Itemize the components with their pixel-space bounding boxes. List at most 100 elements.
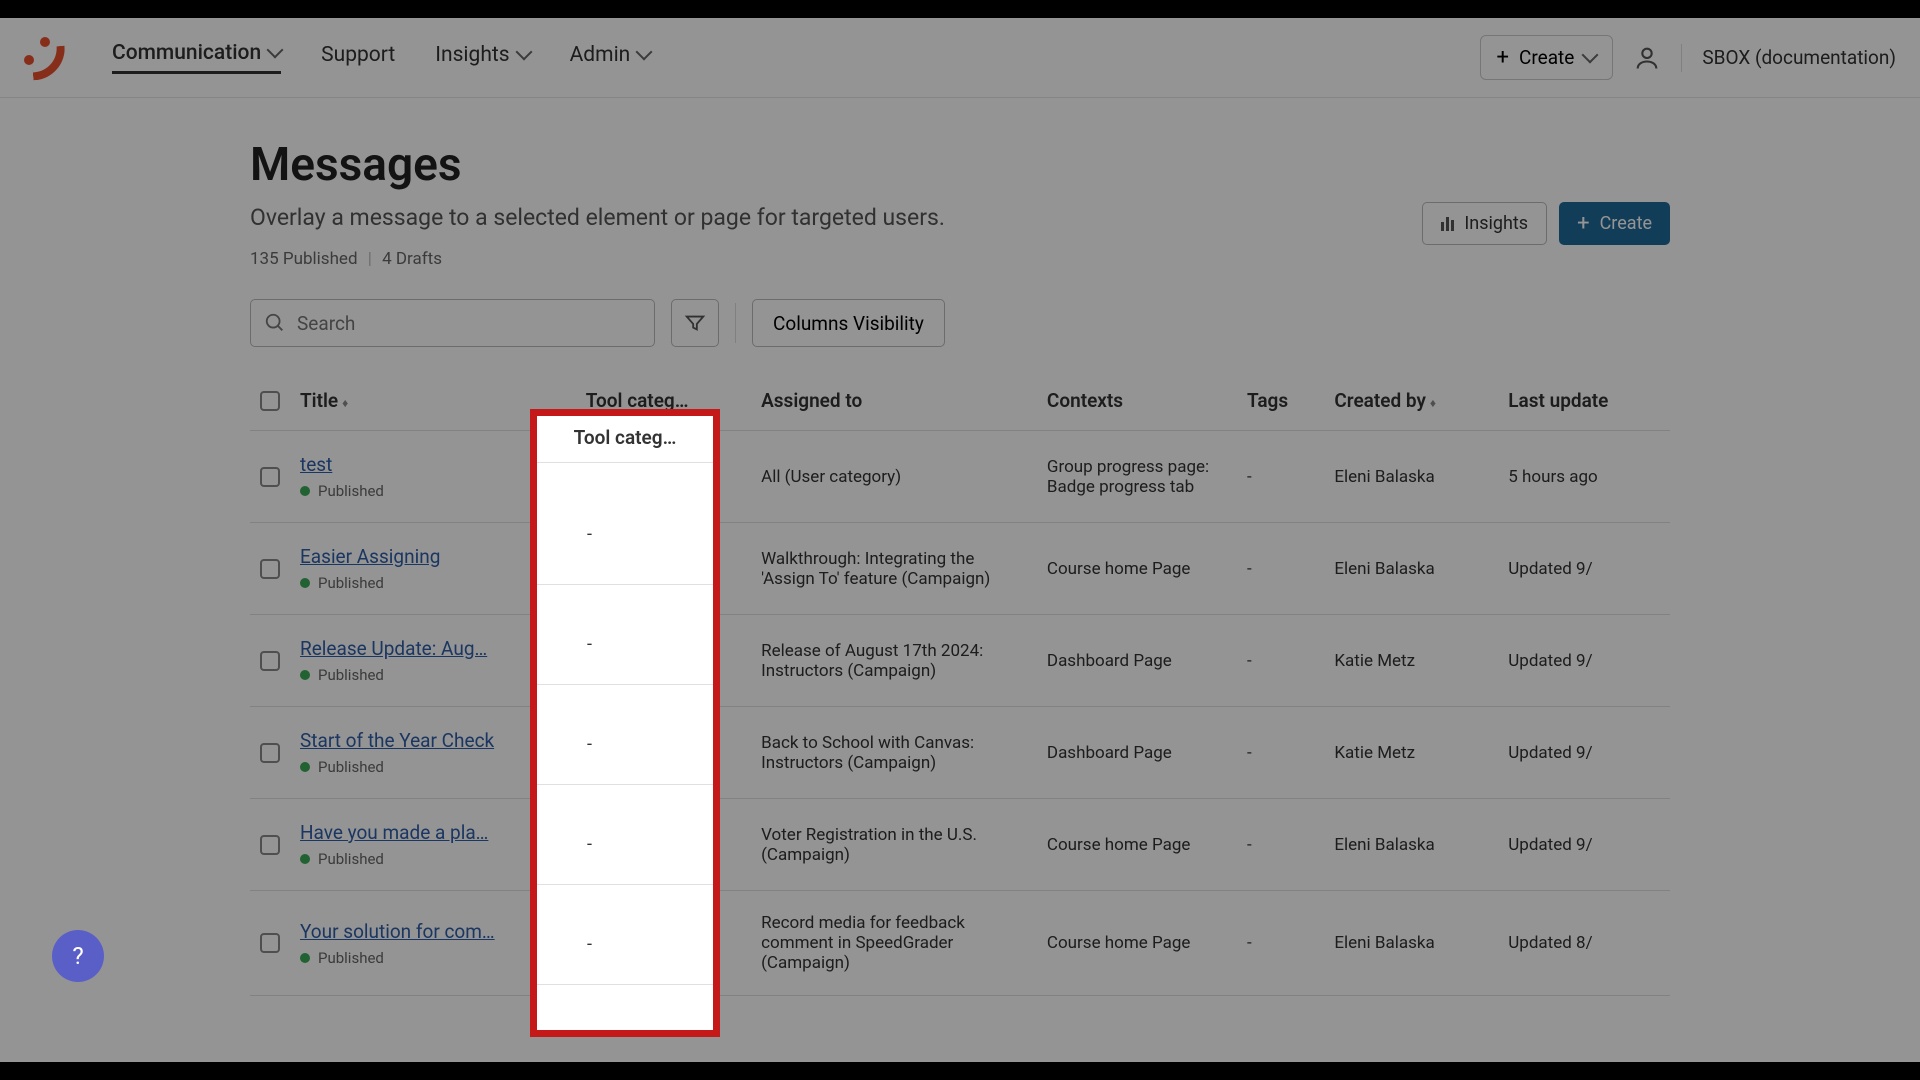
row-checkbox[interactable] (260, 559, 280, 579)
create-label: Create (1600, 213, 1652, 234)
top-navigation: Communication Support Insights Admin + C… (0, 18, 1920, 98)
created-by-cell: Eleni Balaska (1324, 891, 1498, 996)
status-badge: Published (300, 850, 566, 868)
create-label: Create (1519, 46, 1574, 69)
help-icon: ? (72, 942, 83, 970)
last-updated-cell: Updated 9/ (1498, 707, 1670, 799)
tags-cell: - (1237, 615, 1324, 707)
col-tool-category[interactable]: Tool categ… (576, 371, 751, 431)
chevron-down-icon (1582, 46, 1599, 63)
nav-label: Communication (112, 41, 261, 65)
nav-support[interactable]: Support (321, 43, 395, 73)
nav-label: Support (321, 43, 395, 67)
nav-insights[interactable]: Insights (435, 43, 529, 73)
status-badge: Published (300, 758, 566, 776)
tool-category-cell: - (576, 799, 751, 891)
tool-category-cell: - (576, 523, 751, 615)
contexts-cell: Course home Page (1037, 799, 1237, 891)
search-icon (264, 312, 286, 334)
col-last-updated[interactable]: Last update (1498, 371, 1670, 431)
assigned-to-cell: Release of August 17th 2024: Instructors… (751, 615, 1037, 707)
row-checkbox[interactable] (260, 743, 280, 763)
tool-category-cell: - (576, 707, 751, 799)
filter-button[interactable] (671, 299, 719, 347)
create-button[interactable]: + Create (1559, 202, 1670, 245)
created-by-cell: Eleni Balaska (1324, 523, 1498, 615)
table-row: test Published - All (User category) Gro… (250, 431, 1670, 523)
row-checkbox[interactable] (260, 467, 280, 487)
assigned-to-cell: All (User category) (751, 431, 1037, 523)
create-button-top[interactable]: + Create (1480, 35, 1614, 80)
message-title-link[interactable]: test (300, 453, 566, 476)
contexts-cell: Group progress page: Badge progress tab (1037, 431, 1237, 523)
status-badge: Published (300, 949, 566, 967)
account-label[interactable]: SBOX (documentation) (1702, 46, 1896, 69)
col-assigned-to[interactable]: Assigned to (751, 371, 1037, 431)
insights-button[interactable]: Insights (1422, 202, 1547, 245)
assigned-to-cell: Back to School with Canvas: Instructors … (751, 707, 1037, 799)
message-title-link[interactable]: Release Update: Aug… (300, 637, 566, 660)
message-title-link[interactable]: Your solution for com… (300, 920, 566, 943)
select-all-checkbox[interactable] (260, 391, 280, 411)
page-subtitle: Overlay a message to a selected element … (250, 204, 945, 231)
status-badge: Published (300, 666, 566, 684)
nav-label: Insights (435, 43, 509, 67)
status-badge: Published (300, 482, 566, 500)
contexts-cell: Dashboard Page (1037, 707, 1237, 799)
plus-icon: + (1497, 47, 1509, 69)
message-title-link[interactable]: Easier Assigning (300, 545, 566, 568)
drafts-count: 4 Drafts (382, 249, 442, 269)
assigned-to-cell: Voter Registration in the U.S. (Campaign… (751, 799, 1037, 891)
assigned-to-cell: Record media for feedback comment in Spe… (751, 891, 1037, 996)
message-title-link[interactable]: Start of the Year Check (300, 729, 566, 752)
user-icon[interactable] (1633, 44, 1661, 72)
page-title: Messages (250, 138, 945, 192)
created-by-cell: Eleni Balaska (1324, 799, 1498, 891)
plus-icon: + (1577, 213, 1589, 235)
created-by-cell: Katie Metz (1324, 615, 1498, 707)
divider (735, 303, 736, 343)
col-tags[interactable]: Tags (1237, 371, 1324, 431)
tool-category-cell: - (576, 891, 751, 996)
last-updated-cell: Updated 9/ (1498, 523, 1670, 615)
contexts-cell: Course home Page (1037, 523, 1237, 615)
search-box (250, 299, 655, 347)
tags-cell: - (1237, 891, 1324, 996)
tool-category-cell: - (576, 615, 751, 707)
assigned-to-cell: Walkthrough: Integrating the 'Assign To'… (751, 523, 1037, 615)
created-by-cell: Katie Metz (1324, 707, 1498, 799)
status-counts: 135 Published | 4 Drafts (250, 249, 945, 269)
table-row: Have you made a pla… Published - Voter R… (250, 799, 1670, 891)
row-checkbox[interactable] (260, 835, 280, 855)
filter-icon (684, 312, 706, 334)
chevron-down-icon (515, 43, 532, 60)
col-title[interactable]: Title♦ (290, 371, 576, 431)
help-button[interactable]: ? (52, 930, 104, 982)
search-input[interactable] (250, 299, 655, 347)
published-count: 135 Published (250, 249, 358, 269)
table-row: Easier Assigning Published - Walkthrough… (250, 523, 1670, 615)
last-updated-cell: Updated 9/ (1498, 799, 1670, 891)
last-updated-cell: 5 hours ago (1498, 431, 1670, 523)
tags-cell: - (1237, 431, 1324, 523)
col-contexts[interactable]: Contexts (1037, 371, 1237, 431)
col-created-by[interactable]: Created by♦ (1324, 371, 1498, 431)
last-updated-cell: Updated 8/ (1498, 891, 1670, 996)
bar-chart-icon (1441, 217, 1454, 231)
row-checkbox[interactable] (260, 933, 280, 953)
nav-communication[interactable]: Communication (112, 41, 281, 74)
message-title-link[interactable]: Have you made a pla… (300, 821, 566, 844)
columns-visibility-button[interactable]: Columns Visibility (752, 299, 945, 347)
row-checkbox[interactable] (260, 651, 280, 671)
status-badge: Published (300, 574, 566, 592)
tags-cell: - (1237, 523, 1324, 615)
table-row: Your solution for com… Published - Recor… (250, 891, 1670, 996)
messages-table: Title♦ Tool categ… Assigned to Contexts … (250, 371, 1670, 996)
divider (1681, 44, 1682, 72)
nav-label: Admin (570, 43, 631, 67)
table-row: Start of the Year Check Published - Back… (250, 707, 1670, 799)
nav-admin[interactable]: Admin (570, 43, 651, 73)
app-logo (24, 37, 66, 79)
last-updated-cell: Updated 9/ (1498, 615, 1670, 707)
tags-cell: - (1237, 707, 1324, 799)
